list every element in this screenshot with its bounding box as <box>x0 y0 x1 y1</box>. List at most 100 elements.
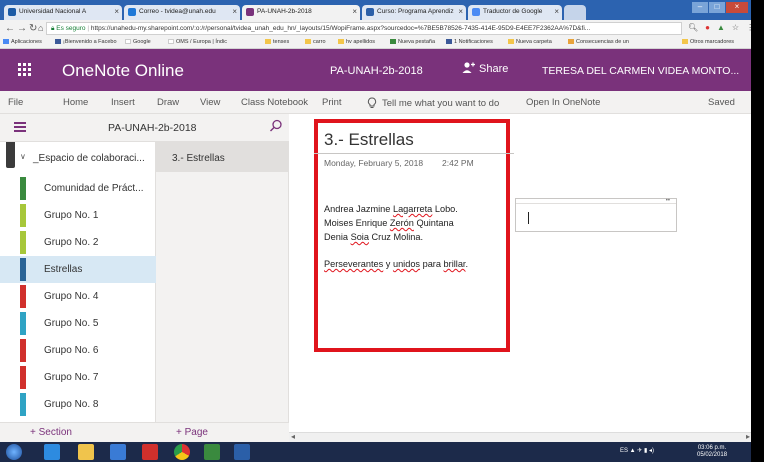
section-item[interactable]: Grupo No. 8 <box>0 391 156 418</box>
browser-tab[interactable]: Traductor de Google × <box>468 5 562 20</box>
browser-tab[interactable]: Correo - tvidea@unah.edu × <box>124 5 240 20</box>
extension-icon[interactable]: ▲ <box>717 23 725 32</box>
bookmarks-bar: Aplicaciones ¡Bienvenido a Facebo Google… <box>0 37 751 49</box>
chevron-down-icon[interactable]: ∨ <box>20 152 26 161</box>
windows-taskbar: ES ▲ ✈ ▮ ◂) 03:06 p.m. 05/02/2018 <box>0 442 751 462</box>
tab-print[interactable]: Print <box>322 97 342 108</box>
section-item-label: Grupo No. 6 <box>44 345 99 356</box>
extension-icon[interactable]: ● <box>705 23 710 32</box>
bookmark-apps[interactable]: Aplicaciones <box>3 39 42 45</box>
tab-class-notebook[interactable]: Class Notebook <box>241 97 308 108</box>
browser-tab[interactable]: Universidad Nacional A × <box>4 5 122 20</box>
tell-me-search[interactable]: Tell me what you want to do <box>367 97 499 109</box>
note-line[interactable]: Andrea Jazmine Lagarreta Lobo. <box>324 204 458 214</box>
note-line[interactable]: Moises Enrique Zerón Quintana <box>324 218 454 228</box>
tab-favicon-icon <box>8 8 16 16</box>
minimize-icon[interactable]: – <box>692 2 708 13</box>
chrome-icon[interactable] <box>174 444 190 460</box>
acrobat-icon[interactable] <box>142 444 158 460</box>
notebook-name[interactable]: PA-UNAH-2b-2018 <box>330 65 423 77</box>
onenote-header: OneNote Online PA-UNAH-2b-2018 Share TER… <box>0 49 751 91</box>
file-explorer-icon[interactable] <box>78 444 94 460</box>
forward-arrow-icon[interactable]: → <box>17 23 27 34</box>
close-tab-icon[interactable]: × <box>554 7 559 16</box>
add-section-button[interactable]: + Section <box>30 427 72 438</box>
tab-draw[interactable]: Draw <box>157 97 179 108</box>
hamburger-menu-icon[interactable] <box>14 122 26 132</box>
tell-me-label: Tell me what you want to do <box>382 98 500 109</box>
bookmark[interactable]: 1 Notificaciones <box>446 39 493 45</box>
ie-icon[interactable] <box>44 444 60 460</box>
bookmark[interactable]: hv apellidos <box>338 39 375 45</box>
note-line[interactable]: Denia Soia Cruz Molina. <box>324 232 423 242</box>
star-icon[interactable]: ☆ <box>732 23 739 32</box>
user-name[interactable]: TERESA DEL CARMEN VIDEA MONTO... <box>542 65 747 77</box>
close-window-icon[interactable]: × <box>726 2 748 13</box>
motto-line[interactable]: Perseverantes y unidos para brillar. <box>324 259 468 269</box>
section-item[interactable]: Grupo No. 6 <box>0 337 156 364</box>
app-name[interactable]: OneNote Online <box>62 61 184 81</box>
page-title[interactable]: 3.- Estrellas <box>324 130 414 150</box>
scroll-right-icon[interactable]: ▸ <box>746 432 750 441</box>
close-tab-icon[interactable]: × <box>232 7 237 16</box>
page-canvas[interactable]: 3.- Estrellas Monday, February 5, 2018 2… <box>289 114 751 432</box>
maximize-icon[interactable]: □ <box>709 2 725 13</box>
system-tray[interactable]: ES ▲ ✈ ▮ ◂) <box>620 447 654 454</box>
start-button-icon[interactable] <box>6 444 22 460</box>
page-item-label: 3.- Estrellas <box>172 153 225 164</box>
horizontal-scrollbar[interactable]: ◂ ▸ <box>289 432 751 442</box>
excel-icon[interactable] <box>204 444 220 460</box>
media-player-icon[interactable] <box>110 444 126 460</box>
tab-insert[interactable]: Insert <box>111 97 135 108</box>
section-group[interactable]: ∨ _Espacio de colaboraci... <box>0 142 156 174</box>
search-icon[interactable] <box>269 119 283 133</box>
section-item[interactable]: Grupo No. 2 <box>0 229 156 256</box>
browser-tab[interactable]: Curso: Programa Aprendiz × <box>362 5 466 20</box>
scroll-left-icon[interactable]: ◂ <box>291 432 295 441</box>
section-item-label: Grupo No. 5 <box>44 318 99 329</box>
section-item[interactable]: Grupo No. 7 <box>0 364 156 391</box>
section-item[interactable]: Grupo No. 5 <box>0 310 156 337</box>
bookmark[interactable]: Nueva carpeta <box>508 39 552 45</box>
bookmark[interactable]: OMS / Europa | Índic <box>168 39 227 45</box>
bookmark[interactable]: Nueva pestaña <box>390 39 435 45</box>
tab-view[interactable]: View <box>200 97 220 108</box>
share-button[interactable]: Share <box>462 61 508 75</box>
url-input[interactable]: 🔒︎ Es seguro | https://unahedu-my.sharep… <box>46 22 682 35</box>
browser-tab-label: Universidad Nacional A <box>19 8 87 15</box>
section-item[interactable]: Comunidad de Práct... <box>0 175 156 202</box>
section-color-tab <box>20 366 26 389</box>
add-page-button[interactable]: + Page <box>176 427 208 438</box>
empty-note-container[interactable]: •• <box>515 198 677 232</box>
tab-home[interactable]: Home <box>63 97 88 108</box>
share-people-icon <box>462 62 475 73</box>
reload-icon[interactable]: ↻ <box>29 23 37 34</box>
bookmark[interactable]: ¡Bienvenido a Facebo <box>55 39 117 45</box>
open-in-onenote-button[interactable]: Open In OneNote <box>526 97 600 108</box>
home-icon[interactable]: ⌂ <box>38 23 43 33</box>
close-tab-icon[interactable]: × <box>114 7 119 16</box>
back-arrow-icon[interactable]: ← <box>5 23 15 34</box>
container-drag-handle[interactable]: •• <box>516 198 676 204</box>
section-item[interactable]: Grupo No. 1 <box>0 202 156 229</box>
bookmark[interactable]: Consecuencias de un <box>568 39 629 45</box>
app-launcher-icon[interactable] <box>18 63 32 77</box>
new-tab-button[interactable] <box>564 5 586 20</box>
word-icon[interactable] <box>234 444 250 460</box>
tab-file[interactable]: File <box>8 97 23 108</box>
close-tab-icon[interactable]: × <box>458 7 463 16</box>
menu-icon[interactable]: ⋮ <box>746 23 751 32</box>
clock[interactable]: 03:06 p.m. 05/02/2018 <box>697 445 727 459</box>
section-color-tab <box>20 177 26 200</box>
close-tab-icon[interactable]: × <box>352 7 357 16</box>
browser-tab-active[interactable]: PA-UNAH-2b-2018 × <box>242 5 360 20</box>
page-item[interactable]: 3.- Estrellas <box>156 142 289 172</box>
bookmark[interactable]: tenses <box>265 39 289 45</box>
page-time: 2:42 PM <box>442 158 474 168</box>
section-item[interactable]: Estrellas <box>0 256 156 283</box>
section-item[interactable]: Grupo No. 4 <box>0 283 156 310</box>
zoom-icon[interactable]: 🔍︎ <box>688 23 698 32</box>
bookmark[interactable]: Google <box>125 39 151 45</box>
bookmark[interactable]: carro <box>305 39 326 45</box>
bookmark-other[interactable]: Otros marcadores <box>682 39 734 45</box>
